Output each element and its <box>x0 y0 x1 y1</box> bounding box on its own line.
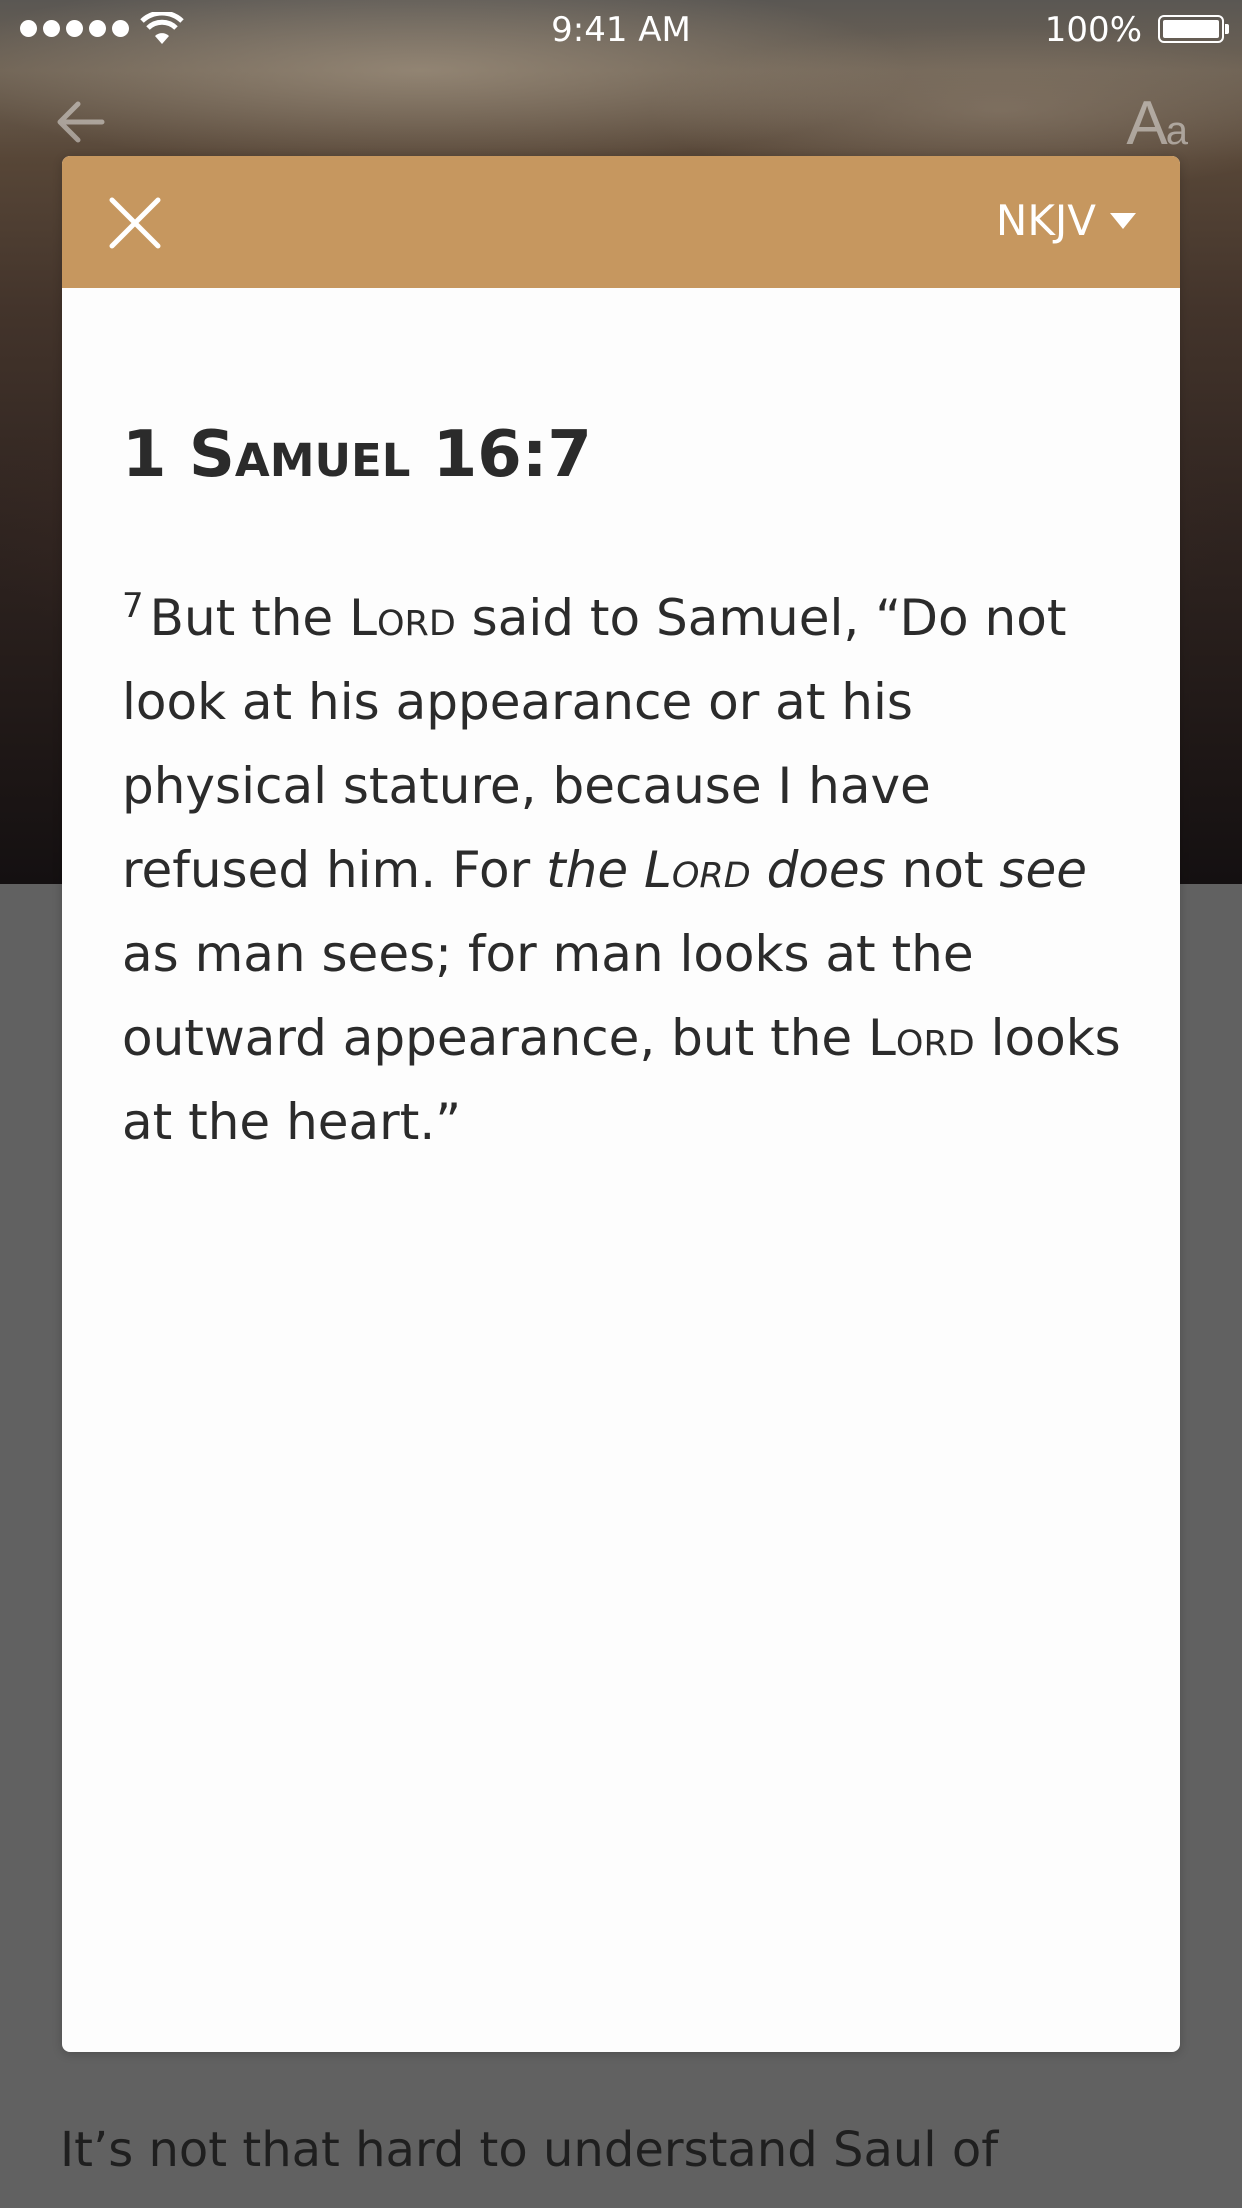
italic-segment: does <box>750 841 886 899</box>
scripture-modal: NKJV 1 Samuel 16:7 7 But the Lord said to… <box>62 156 1180 2052</box>
arrow-left-icon[interactable] <box>52 92 112 152</box>
divine-name: Lord <box>644 841 751 899</box>
modal-header: NKJV <box>62 156 1180 288</box>
divine-name: Lord <box>349 589 456 647</box>
title-book: Samuel <box>188 418 411 492</box>
caret-down-icon <box>1110 212 1136 229</box>
verse-segment: not <box>885 841 1000 899</box>
close-icon[interactable] <box>106 194 164 252</box>
title-reference: 16:7 <box>432 418 592 492</box>
status-bar: 9:41 AM 100% <box>0 0 1242 60</box>
battery-percentage: 100% <box>1044 10 1142 50</box>
version-dropdown[interactable]: NKJV <box>996 196 1136 245</box>
passage-title: 1 Samuel 16:7 <box>122 418 592 492</box>
verse-number: 7 <box>122 586 144 627</box>
italic-segment: see <box>999 841 1087 899</box>
font-size-button[interactable]: Aa <box>1126 88 1188 159</box>
divine-name: Lord <box>868 1009 975 1067</box>
version-label: NKJV <box>995 196 1096 245</box>
font-size-label-small: a <box>1165 109 1188 153</box>
verse-segment: But the <box>149 589 350 647</box>
font-size-label-big: A <box>1126 89 1167 158</box>
passage-text: 7 But the Lord said to Samuel, “Do not lo… <box>122 576 1132 1164</box>
background-article-text: It’s not that hard to understand Saul of <box>60 2122 999 2178</box>
battery-icon <box>1158 15 1229 43</box>
italic-segment: the <box>546 841 645 899</box>
verse-segment: as man sees; for man looks at the outwar… <box>122 925 974 1067</box>
title-number: 1 <box>122 418 167 492</box>
